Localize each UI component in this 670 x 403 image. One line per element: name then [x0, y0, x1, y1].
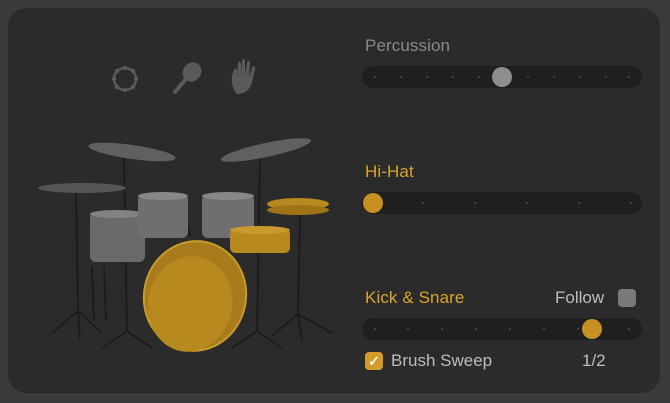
brush-sweep-checkbox[interactable]: ✓ — [365, 352, 383, 370]
follow-checkbox[interactable] — [618, 289, 636, 307]
drum-kit-illustration — [38, 138, 333, 352]
slider-tick — [426, 76, 428, 78]
slider-tick — [630, 202, 632, 204]
brush-sweep-label: Brush Sweep — [391, 351, 493, 370]
slider-tick — [452, 76, 454, 78]
slider-tick — [526, 202, 528, 204]
follow-label: Follow — [555, 288, 605, 307]
slider-tick — [374, 76, 376, 78]
slider-tick — [577, 328, 579, 330]
percussion-label: Percussion — [365, 36, 451, 55]
brush-sweep-value[interactable]: 1/2 — [582, 351, 606, 371]
slider-tick — [543, 328, 545, 330]
kick-snare-slider-knob[interactable] — [582, 319, 603, 339]
slider-tick — [441, 328, 443, 330]
slider-tick — [605, 76, 607, 78]
kick-snare-label: Kick & Snare — [365, 288, 465, 307]
kick-snare-slider[interactable] — [362, 318, 642, 340]
slider-tick — [628, 76, 630, 78]
drummer-kit-panel: Percussion Hi-Hat Kick & Snare Follow ✓ … — [8, 8, 660, 393]
slider-tick — [579, 76, 581, 78]
hihat-slider[interactable] — [362, 192, 642, 214]
percussion-slider-knob[interactable] — [492, 67, 512, 87]
slider-tick — [422, 202, 424, 204]
hand-clap-icon[interactable] — [228, 58, 260, 96]
slider-tick — [578, 202, 580, 204]
slider-tick — [509, 328, 511, 330]
slider-tick — [553, 76, 555, 78]
percussion-slider[interactable] — [362, 66, 642, 88]
slider-tick — [474, 202, 476, 204]
hihat-slider-knob[interactable] — [363, 193, 383, 213]
slider-tick — [628, 328, 630, 330]
slider-tick — [527, 76, 529, 78]
maraca-icon[interactable] — [170, 60, 204, 96]
slider-tick — [407, 328, 409, 330]
tambourine-icon[interactable] — [110, 64, 140, 94]
slider-tick — [475, 328, 477, 330]
slider-tick — [400, 76, 402, 78]
hihat-label: Hi-Hat — [365, 162, 414, 181]
slider-tick — [374, 328, 376, 330]
slider-tick — [478, 76, 480, 78]
